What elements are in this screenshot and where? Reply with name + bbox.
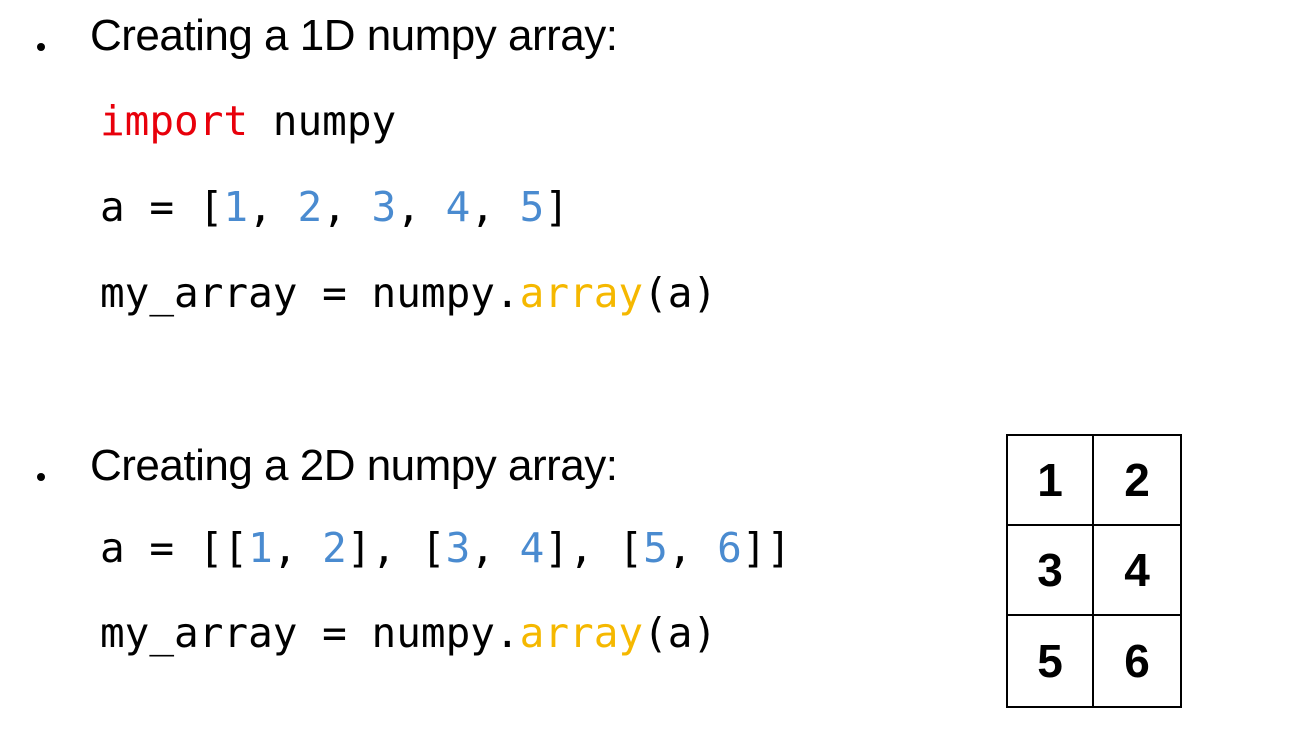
code-number: 1 — [248, 524, 273, 572]
code-text: a = [ — [100, 183, 224, 231]
code-text: (a) — [643, 609, 718, 657]
code-2d-list: a = [[1, 2], [3, 4], [5, 6]] — [100, 522, 791, 574]
code-text: numpy — [248, 97, 397, 145]
code-text: a = [[ — [100, 524, 249, 572]
code-number: 1 — [223, 183, 249, 231]
code-text: ]] — [741, 524, 792, 572]
code-number: 4 — [519, 524, 545, 572]
code-number: 5 — [643, 524, 668, 572]
code-text: , — [470, 183, 520, 231]
grid-cell: 5 — [1008, 616, 1094, 706]
code-function: array — [519, 269, 644, 317]
code-text: my_array = numpy. — [100, 609, 520, 657]
code-number: 3 — [445, 524, 471, 572]
code-number: 6 — [717, 524, 742, 572]
grid-cell: 4 — [1094, 526, 1180, 616]
code-text: , — [248, 183, 298, 231]
code-text: ], [ — [346, 524, 446, 572]
code-text: , — [322, 183, 372, 231]
code-number: 5 — [519, 183, 545, 231]
heading-1d: Creating a 1D numpy array: — [90, 11, 618, 60]
code-1d-import: import numpy — [100, 95, 396, 147]
code-text: ], [ — [544, 524, 644, 572]
code-1d-list: a = [1, 2, 3, 4, 5] — [100, 181, 569, 233]
code-number: 3 — [371, 183, 397, 231]
code-1d-array: my_array = numpy.array(a) — [100, 267, 717, 319]
array-2d-grid: 1 2 3 4 5 6 — [1006, 434, 1182, 708]
code-number: 4 — [445, 183, 471, 231]
code-keyword: import — [100, 97, 249, 145]
bullet-2d — [37, 473, 45, 481]
code-2d-array: my_array = numpy.array(a) — [100, 607, 717, 659]
code-function: array — [519, 609, 644, 657]
code-number: 2 — [297, 183, 323, 231]
grid-cell: 1 — [1008, 436, 1094, 526]
code-text: , — [396, 183, 446, 231]
code-text: (a) — [643, 269, 718, 317]
code-text: , — [667, 524, 718, 572]
code-text: , — [470, 524, 520, 572]
code-text: my_array = numpy. — [100, 269, 520, 317]
heading-2d: Creating a 2D numpy array: — [90, 441, 618, 490]
code-text: ] — [544, 183, 570, 231]
grid-cell: 3 — [1008, 526, 1094, 616]
grid-cell: 2 — [1094, 436, 1180, 526]
bullet-1d — [37, 43, 45, 51]
code-number: 2 — [322, 524, 347, 572]
code-text: , — [272, 524, 323, 572]
grid-cell: 6 — [1124, 635, 1150, 687]
